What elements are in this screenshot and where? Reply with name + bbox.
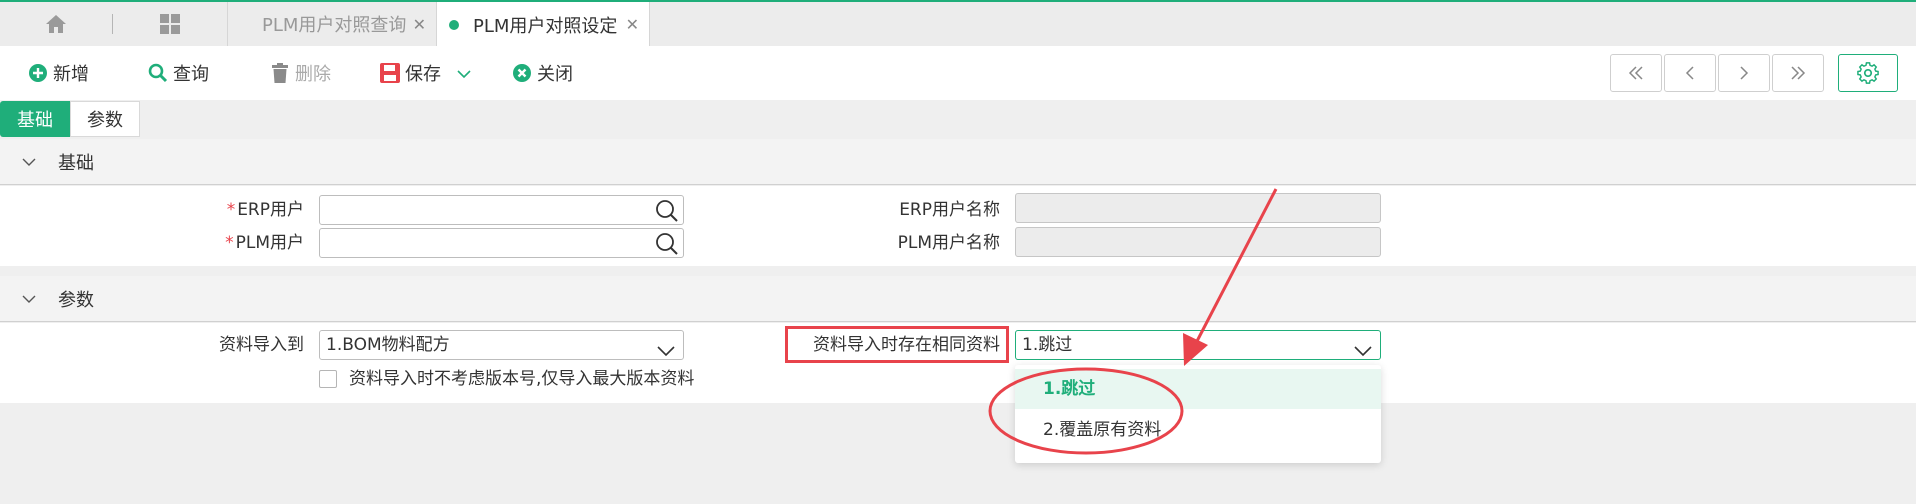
erp-user-label: * ERP用户 (226, 200, 304, 220)
query-button[interactable]: 查询 (148, 56, 209, 90)
chevron-right-icon (1740, 66, 1749, 80)
previous-record-button[interactable] (1664, 54, 1716, 92)
import-to-select[interactable]: 1.BOM物料配方 (319, 330, 684, 360)
close-circle-icon (512, 63, 532, 83)
erp-user-name-label: ERP用户名称 (899, 200, 1000, 220)
toolbar: 新增 查询 删除 保存 关闭 (0, 46, 1916, 100)
tab-label: PLM用户对照查询 (262, 15, 407, 36)
section-body-params: 资料导入到 1.BOM物料配方 资料导入时存在相同资料 1.跳过 资料导入时不考… (0, 323, 1916, 403)
import-to-label: 资料导入到 (219, 335, 304, 355)
chevron-down-icon (22, 289, 36, 309)
subtab-params[interactable]: 参数 (70, 101, 140, 137)
gear-icon (1857, 62, 1879, 84)
plm-user-name-field (1015, 227, 1381, 257)
close-button[interactable]: 关闭 (512, 56, 573, 90)
options-dropdown: 1.跳过 2.覆盖原有资料 (1015, 365, 1381, 463)
save-button[interactable]: 保存 (380, 56, 471, 90)
chevron-down-icon (1354, 338, 1372, 366)
ignore-version-label: 资料导入时不考虑版本号,仅导入最大版本资料 (349, 369, 695, 389)
chevron-down-icon[interactable] (457, 63, 471, 84)
plm-user-name-label: PLM用户名称 (897, 233, 1000, 253)
tab-bar: PLM用户对照查询 ✕ PLM用户对照设定 ✕ (0, 0, 1916, 47)
trash-icon (270, 63, 290, 83)
section-header-basic[interactable]: 基础 (0, 139, 1916, 185)
erp-user-input[interactable] (319, 195, 684, 225)
next-record-button[interactable] (1718, 54, 1770, 92)
divider (112, 14, 113, 34)
subtab-basic[interactable]: 基础 (0, 101, 70, 137)
active-dot-icon (449, 19, 459, 30)
tab-label: PLM用户对照设定 (473, 15, 618, 37)
double-chevron-right-icon (1791, 66, 1806, 80)
home-icon[interactable] (34, 2, 78, 46)
apps-grid-icon[interactable] (148, 2, 192, 46)
ignore-version-checkbox[interactable] (319, 370, 337, 388)
chevron-left-icon (1685, 66, 1694, 80)
section-body-basic: * ERP用户 * PLM用户 ERP用户名称 PLM用户名称 (0, 186, 1916, 266)
new-button[interactable]: 新增 (28, 56, 89, 90)
plm-user-label: * PLM用户 (225, 233, 304, 253)
option-overwrite[interactable]: 2.覆盖原有资料 (1015, 410, 1381, 450)
same-data-select[interactable]: 1.跳过 (1015, 330, 1381, 360)
search-icon[interactable] (655, 232, 679, 261)
search-icon (148, 63, 168, 83)
settings-button[interactable] (1838, 54, 1898, 92)
plm-user-input[interactable] (319, 228, 684, 258)
close-tab-icon[interactable]: ✕ (626, 15, 639, 34)
same-data-label: 资料导入时存在相同资料 (813, 335, 1000, 355)
delete-button[interactable]: 删除 (270, 56, 331, 90)
first-record-button[interactable] (1610, 54, 1662, 92)
search-icon[interactable] (655, 199, 679, 228)
option-skip[interactable]: 1.跳过 (1015, 369, 1381, 409)
tab-plm-user-query[interactable]: PLM用户对照查询 ✕ (227, 2, 436, 46)
last-record-button[interactable] (1772, 54, 1824, 92)
plus-circle-icon (28, 63, 48, 83)
section-header-params[interactable]: 参数 (0, 276, 1916, 322)
erp-user-name-field (1015, 193, 1381, 223)
chevron-down-icon (22, 152, 36, 172)
sub-tabs: 基础 参数 (0, 100, 1916, 138)
section-title: 参数 (58, 289, 94, 311)
tab-plm-user-setting[interactable]: PLM用户对照设定 ✕ (436, 2, 650, 47)
section-title: 基础 (58, 152, 94, 174)
double-chevron-left-icon (1628, 66, 1643, 80)
floppy-disk-icon (380, 63, 400, 83)
chevron-down-icon (657, 338, 675, 366)
close-tab-icon[interactable]: ✕ (413, 15, 426, 34)
